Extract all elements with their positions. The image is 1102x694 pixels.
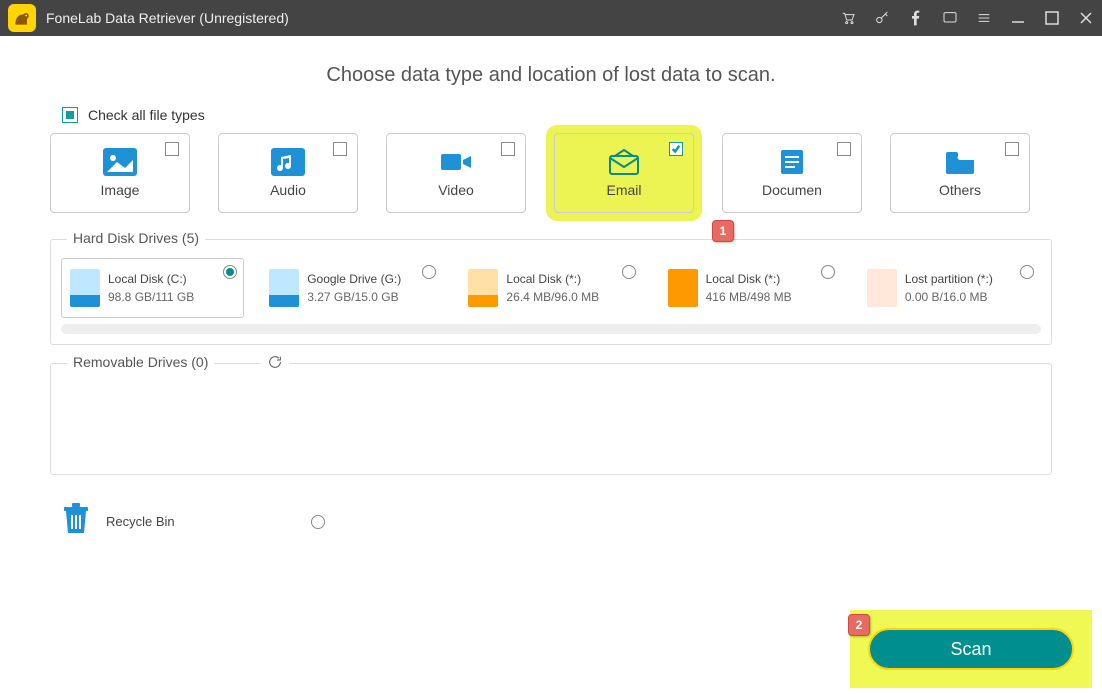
scan-highlight: Scan bbox=[850, 610, 1092, 688]
type-checkbox-email[interactable] bbox=[669, 142, 683, 156]
close-button[interactable] bbox=[1078, 10, 1094, 26]
window-title: FoneLab Data Retriever (Unregistered) bbox=[46, 10, 289, 26]
type-label: Documen bbox=[762, 182, 822, 198]
titlebar: FoneLab Data Retriever (Unregistered) bbox=[0, 0, 1102, 36]
minimize-button[interactable] bbox=[1010, 10, 1026, 26]
menu-icon[interactable] bbox=[976, 10, 992, 26]
type-card-others[interactable]: Others bbox=[890, 133, 1030, 213]
key-icon[interactable] bbox=[874, 10, 890, 26]
drive-item[interactable]: Lost partition (*:) 0.00 B/16.0 MB bbox=[858, 258, 1041, 318]
check-all-row[interactable]: Check all file types bbox=[62, 107, 1052, 123]
type-label: Email bbox=[606, 182, 641, 198]
drive-item[interactable]: Google Drive (G:) 3.27 GB/15.0 GB bbox=[260, 258, 443, 318]
maximize-button[interactable] bbox=[1044, 10, 1060, 26]
type-label: Others bbox=[939, 182, 981, 198]
drive-scrollbar[interactable] bbox=[61, 324, 1041, 334]
type-card-document[interactable]: Documen bbox=[722, 133, 862, 213]
removable-group-label: Removable Drives (0) bbox=[67, 354, 214, 370]
drive-radio[interactable] bbox=[622, 265, 636, 279]
removable-group: Removable Drives (0) bbox=[50, 363, 1052, 475]
titlebar-actions bbox=[840, 10, 1094, 26]
type-checkbox-video[interactable] bbox=[501, 142, 515, 156]
recycle-bin-row[interactable]: Recycle Bin bbox=[62, 503, 1052, 540]
type-card-audio[interactable]: Audio bbox=[218, 133, 358, 213]
email-icon bbox=[607, 148, 641, 176]
recycle-bin-label: Recycle Bin bbox=[106, 514, 175, 529]
type-label: Audio bbox=[270, 182, 306, 198]
drive-item[interactable]: Local Disk (*:) 416 MB/498 MB bbox=[659, 258, 842, 318]
drive-size: 98.8 GB/111 GB bbox=[108, 288, 194, 306]
hard-disk-group: Hard Disk Drives (5) Local Disk (C:) 98.… bbox=[50, 239, 1052, 345]
drive-radio[interactable] bbox=[422, 265, 436, 279]
drive-size: 0.00 B/16.0 MB bbox=[905, 288, 993, 306]
type-checkbox-document[interactable] bbox=[837, 142, 851, 156]
image-icon bbox=[103, 148, 137, 176]
audio-icon bbox=[271, 148, 305, 176]
drive-name: Google Drive (G:) bbox=[307, 270, 401, 288]
drive-name: Lost partition (*:) bbox=[905, 270, 993, 288]
disk-icon bbox=[867, 269, 897, 307]
type-checkbox-image[interactable] bbox=[165, 142, 179, 156]
type-label: Image bbox=[101, 182, 140, 198]
disk-icon bbox=[70, 269, 100, 307]
drive-item[interactable]: Local Disk (*:) 26.4 MB/96.0 MB bbox=[459, 258, 642, 318]
disk-icon bbox=[468, 269, 498, 307]
drive-radio[interactable] bbox=[821, 265, 835, 279]
disk-icon bbox=[668, 269, 698, 307]
hard-disk-list: Local Disk (C:) 98.8 GB/111 GB Google Dr… bbox=[61, 258, 1041, 318]
recycle-bin-radio[interactable] bbox=[311, 515, 325, 529]
type-checkbox-others[interactable] bbox=[1005, 142, 1019, 156]
type-checkbox-audio[interactable] bbox=[333, 142, 347, 156]
scan-button[interactable]: Scan bbox=[868, 628, 1074, 670]
drive-size: 3.27 GB/15.0 GB bbox=[307, 288, 401, 306]
disk-icon bbox=[269, 269, 299, 307]
trash-icon bbox=[62, 503, 90, 540]
type-card-email[interactable]: Email bbox=[554, 133, 694, 213]
drive-size: 416 MB/498 MB bbox=[706, 288, 792, 306]
refresh-icon[interactable] bbox=[261, 354, 289, 375]
cart-icon[interactable] bbox=[840, 10, 856, 26]
drive-name: Local Disk (C:) bbox=[108, 270, 194, 288]
check-all-checkbox[interactable] bbox=[62, 107, 78, 123]
app-logo bbox=[8, 4, 36, 32]
drive-name: Local Disk (*:) bbox=[506, 270, 599, 288]
type-card-video[interactable]: Video bbox=[386, 133, 526, 213]
drive-size: 26.4 MB/96.0 MB bbox=[506, 288, 599, 306]
type-label: Video bbox=[438, 182, 474, 198]
folder-icon bbox=[943, 148, 977, 176]
drive-radio[interactable] bbox=[1020, 265, 1034, 279]
facebook-icon[interactable] bbox=[908, 10, 924, 26]
hard-disk-group-label: Hard Disk Drives (5) bbox=[67, 230, 205, 246]
type-card-image[interactable]: Image bbox=[50, 133, 190, 213]
drive-radio[interactable] bbox=[223, 265, 237, 279]
page-heading: Choose data type and location of lost da… bbox=[50, 64, 1052, 87]
main-content: Choose data type and location of lost da… bbox=[0, 36, 1102, 694]
drive-item[interactable]: Local Disk (C:) 98.8 GB/111 GB bbox=[61, 258, 244, 318]
check-all-label: Check all file types bbox=[88, 107, 205, 123]
file-type-row: Image Audio Video Email bbox=[50, 133, 1052, 213]
drive-name: Local Disk (*:) bbox=[706, 270, 792, 288]
document-icon bbox=[775, 148, 809, 176]
video-icon bbox=[439, 148, 473, 176]
annotation-badge-1: 1 bbox=[712, 220, 734, 242]
feedback-icon[interactable] bbox=[942, 10, 958, 26]
scan-button-label: Scan bbox=[950, 639, 991, 660]
annotation-badge-2: 2 bbox=[848, 614, 870, 636]
